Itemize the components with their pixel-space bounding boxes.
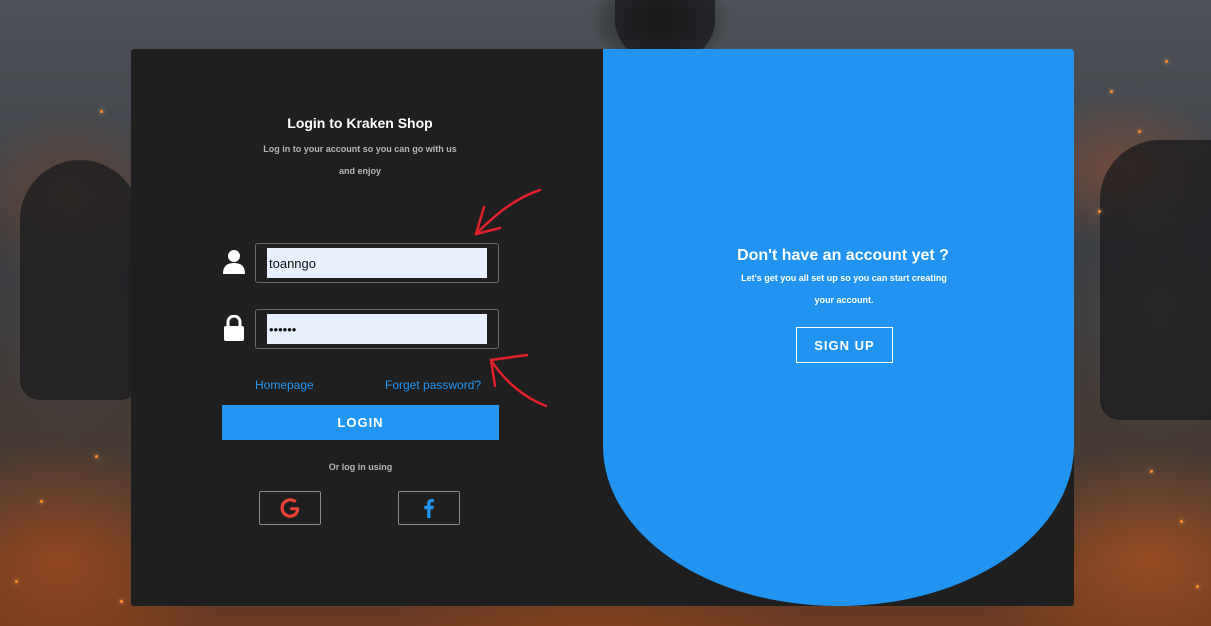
annotation-arrow-bottom bbox=[489, 358, 548, 408]
annotation-arrow-top bbox=[474, 188, 542, 236]
annotation-layer bbox=[474, 188, 548, 408]
